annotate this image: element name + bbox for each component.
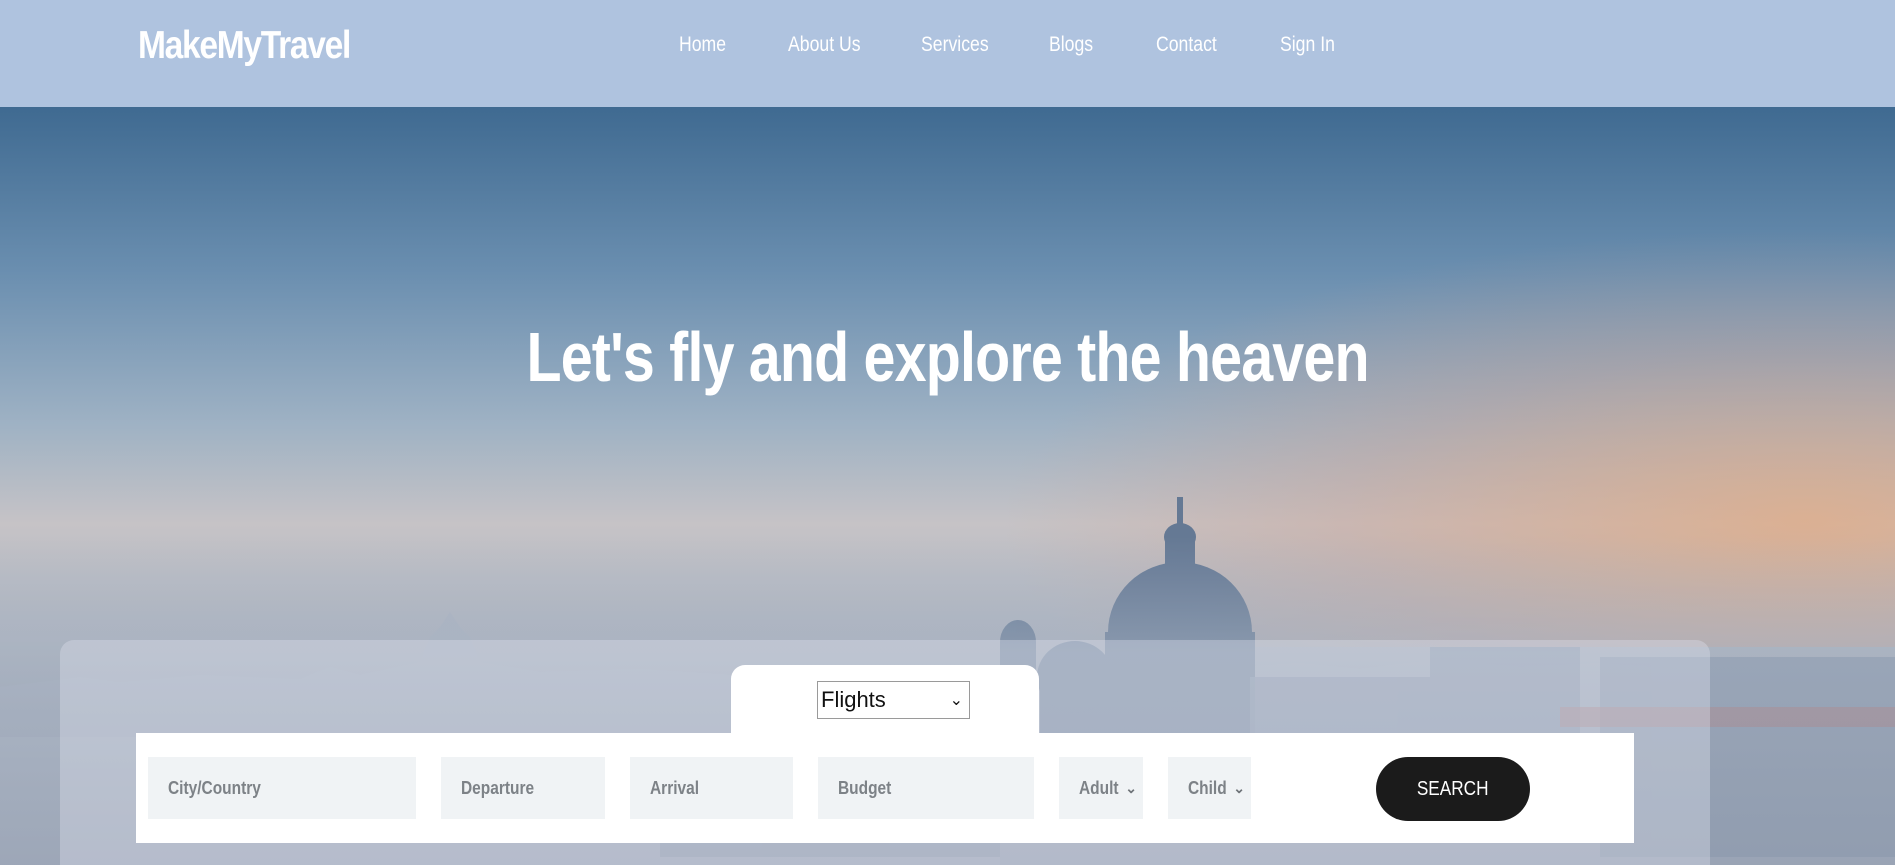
search-button[interactable]: SEARCH [1376, 757, 1530, 821]
nav-signin-link[interactable]: Sign In [1280, 33, 1335, 57]
child-select[interactable]: Child ⌄ [1168, 757, 1251, 819]
brand-logo[interactable]: MakeMyTravel [138, 24, 351, 68]
nav-contact-link[interactable]: Contact [1156, 33, 1217, 57]
category-select[interactable]: Flights ⌄ [817, 681, 970, 719]
departure-input[interactable]: Departure [441, 757, 605, 819]
top-navbar: MakeMyTravel Home About Us Services Blog… [0, 0, 1895, 107]
budget-input[interactable]: Budget [818, 757, 1034, 819]
arrival-input[interactable]: Arrival [630, 757, 793, 819]
nav-blogs-link[interactable]: Blogs [1049, 33, 1093, 57]
adult-select[interactable]: Adult ⌄ [1059, 757, 1143, 819]
chevron-down-icon: ⌄ [1233, 780, 1245, 796]
chevron-down-icon: ⌄ [1125, 780, 1137, 796]
nav-services-link[interactable]: Services [921, 33, 989, 57]
hero-headline: Let's fly and explore the heaven [526, 318, 1369, 396]
nav-home-link[interactable]: Home [679, 33, 726, 57]
chevron-down-icon: ⌄ [949, 692, 963, 709]
category-selected-value: Flights [821, 687, 886, 712]
city-country-input[interactable]: City/Country [148, 757, 416, 819]
nav-about-link[interactable]: About Us [788, 33, 861, 57]
